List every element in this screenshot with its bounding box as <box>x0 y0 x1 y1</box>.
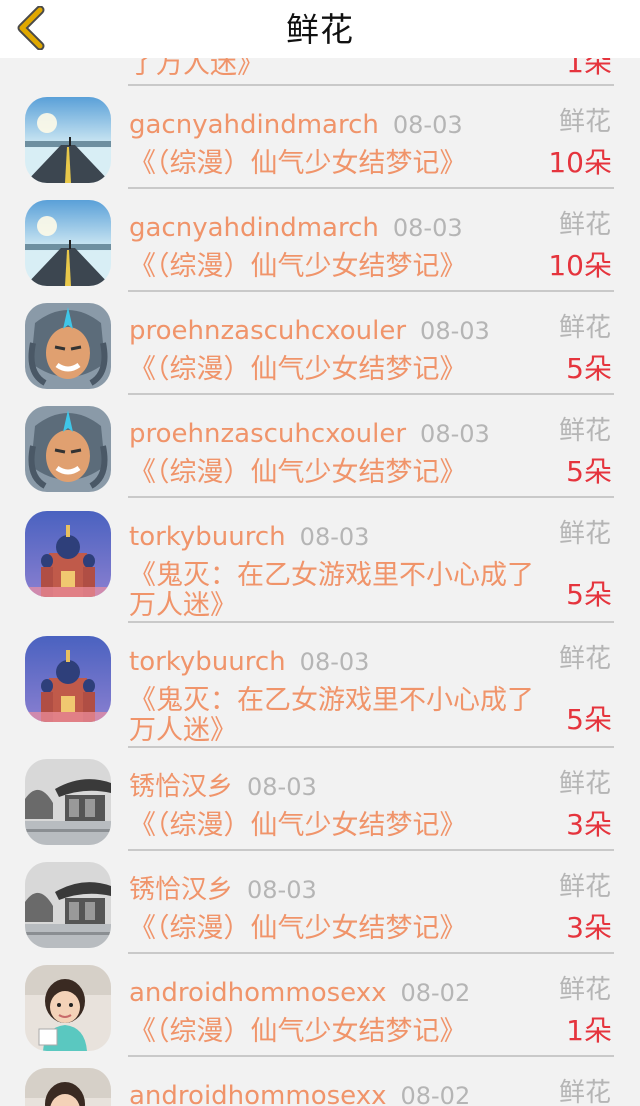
username-text: 锈恰汉乡 <box>129 875 234 905</box>
divider <box>128 187 614 189</box>
avatar[interactable] <box>25 965 111 1051</box>
username[interactable]: 锈恰汉乡 08-03 <box>129 873 317 907</box>
flower-count: 5朵 <box>566 578 612 611</box>
username[interactable]: proehnzascuhcxouler 08-03 <box>129 314 490 348</box>
book-title[interactable]: 《（综漫）仙气少女结梦记》 <box>129 458 549 488</box>
username-text: torkybuurch <box>129 647 286 677</box>
book-title[interactable]: 《鬼灭：在乙女游戏里不小心成了万人迷》 <box>129 686 549 746</box>
divider <box>128 496 614 498</box>
divider <box>128 1055 614 1057</box>
date: 08-03 <box>247 773 317 801</box>
book-title[interactable]: 《（综漫）仙气少女结梦记》 <box>129 811 549 841</box>
avatar[interactable] <box>25 511 111 597</box>
date: 08-02 <box>400 1082 471 1106</box>
list-item[interactable]: gacnyahdindmarch 08-03 鲜花 《（综漫）仙气少女结梦记》 10朵 <box>0 87 640 190</box>
date: 08-03 <box>299 648 370 676</box>
divider <box>128 84 614 86</box>
username-text: gacnyahdindmarch <box>129 213 379 243</box>
username[interactable]: gacnyahdindmarch 08-03 <box>129 211 463 245</box>
flower-count: 5朵 <box>566 352 612 385</box>
list-item[interactable]: torkybuurch 08-03 鲜花 《鬼灭：在乙女游戏里不小心成了万人迷》 5朵 <box>0 624 640 749</box>
avatar[interactable] <box>25 759 111 845</box>
date: 08-02 <box>400 979 471 1007</box>
username[interactable]: torkybuurch 08-03 <box>129 520 369 554</box>
gift-type: 鲜花 <box>558 313 611 343</box>
gift-type: 鲜花 <box>558 1078 611 1106</box>
gift-type: 鲜花 <box>558 519 611 549</box>
gift-type: 鲜花 <box>558 210 611 240</box>
divider <box>128 746 614 748</box>
book-title[interactable]: 《（综漫）仙气少女结梦记》 <box>129 149 549 179</box>
list-item[interactable]: androidhommosexx 08-02 鲜花 <box>0 1058 640 1106</box>
flower-count: 1朵 <box>566 1014 612 1047</box>
username[interactable]: androidhommosexx 08-02 <box>129 1079 470 1106</box>
divider <box>128 290 614 292</box>
avatar[interactable] <box>25 636 111 722</box>
date: 08-03 <box>420 317 490 345</box>
list-item[interactable]: proehnzascuhcxouler 08-03 鲜花 《（综漫）仙气少女结梦记》 5… <box>0 396 640 499</box>
gift-type: 鲜花 <box>558 416 611 446</box>
divider <box>128 621 614 623</box>
list-item[interactable]: androidhommosexx 08-02 鲜花 《（综漫）仙气少女结梦记》 1朵 <box>0 955 640 1058</box>
book-title[interactable]: 《（综漫）仙气少女结梦记》 <box>129 914 549 944</box>
book-title[interactable]: 《鬼灭：在乙女游戏里不小心成了万人迷》 <box>129 561 549 621</box>
divider <box>128 393 614 395</box>
list-item[interactable]: torkybuurch 08-03 鲜花 《鬼灭：在乙女游戏里不小心成了万人迷》 5朵 <box>0 499 640 624</box>
username-text: 锈恰汉乡 <box>129 772 234 802</box>
avatar[interactable] <box>25 406 111 492</box>
flower-count: 5朵 <box>566 703 612 736</box>
page-title: 鲜花 <box>286 10 354 49</box>
avatar[interactable] <box>25 200 111 286</box>
username-text: proehnzascuhcxouler <box>129 316 407 346</box>
book-title[interactable]: 《（综漫）仙气少女结梦记》 <box>129 355 549 385</box>
book-title[interactable]: 《（综漫）仙气少女结梦记》 <box>129 252 549 282</box>
username-text: androidhommosexx <box>129 1081 387 1106</box>
username[interactable]: 锈恰汉乡 08-03 <box>129 770 317 804</box>
username-text: proehnzascuhcxouler <box>129 419 407 449</box>
username-text: gacnyahdindmarch <box>129 110 379 140</box>
list-item[interactable]: gacnyahdindmarch 08-03 鲜花 《（综漫）仙气少女结梦记》 10朵 <box>0 190 640 293</box>
username[interactable]: torkybuurch 08-03 <box>129 645 369 679</box>
gift-type: 鲜花 <box>558 769 611 799</box>
username-text: androidhommosexx <box>129 978 387 1008</box>
username-text: torkybuurch <box>129 522 286 552</box>
date: 08-03 <box>420 420 490 448</box>
gift-type: 鲜花 <box>558 872 611 902</box>
date: 08-03 <box>392 111 463 139</box>
date: 08-03 <box>247 876 317 904</box>
list-item[interactable]: 锈恰汉乡 08-03 鲜花 《（综漫）仙气少女结梦记》 3朵 <box>0 852 640 955</box>
flower-count: 10朵 <box>548 249 612 282</box>
avatar[interactable] <box>25 862 111 948</box>
date: 08-03 <box>299 523 370 551</box>
username[interactable]: gacnyahdindmarch 08-03 <box>129 108 463 142</box>
avatar[interactable] <box>25 303 111 389</box>
divider <box>128 849 614 851</box>
gift-type: 鲜花 <box>558 107 611 137</box>
gift-type: 鲜花 <box>558 975 611 1005</box>
flower-count: 5朵 <box>566 455 612 488</box>
username[interactable]: proehnzascuhcxouler 08-03 <box>129 417 490 451</box>
navigation-bar: 鲜花 <box>0 0 640 58</box>
list-item[interactable]: 锈恰汉乡 08-03 鲜花 《（综漫）仙气少女结梦记》 3朵 <box>0 749 640 852</box>
avatar[interactable] <box>25 97 111 183</box>
list-item[interactable]: proehnzascuhcxouler 08-03 鲜花 《（综漫）仙气少女结梦记》 5… <box>0 293 640 396</box>
username[interactable]: androidhommosexx 08-02 <box>129 976 470 1010</box>
avatar[interactable] <box>25 1068 111 1106</box>
flower-count: 3朵 <box>566 911 612 944</box>
flower-record-screen: 了万人迷》 1朵 gacnyahdindmarch 08-03 鲜花 《（综漫）仙气少… <box>0 0 640 1106</box>
flower-count: 10朵 <box>548 146 612 179</box>
divider <box>128 952 614 954</box>
book-title[interactable]: 《（综漫）仙气少女结梦记》 <box>129 1017 549 1047</box>
gift-type: 鲜花 <box>558 644 611 674</box>
date: 08-03 <box>392 214 463 242</box>
flower-count: 3朵 <box>566 808 612 841</box>
